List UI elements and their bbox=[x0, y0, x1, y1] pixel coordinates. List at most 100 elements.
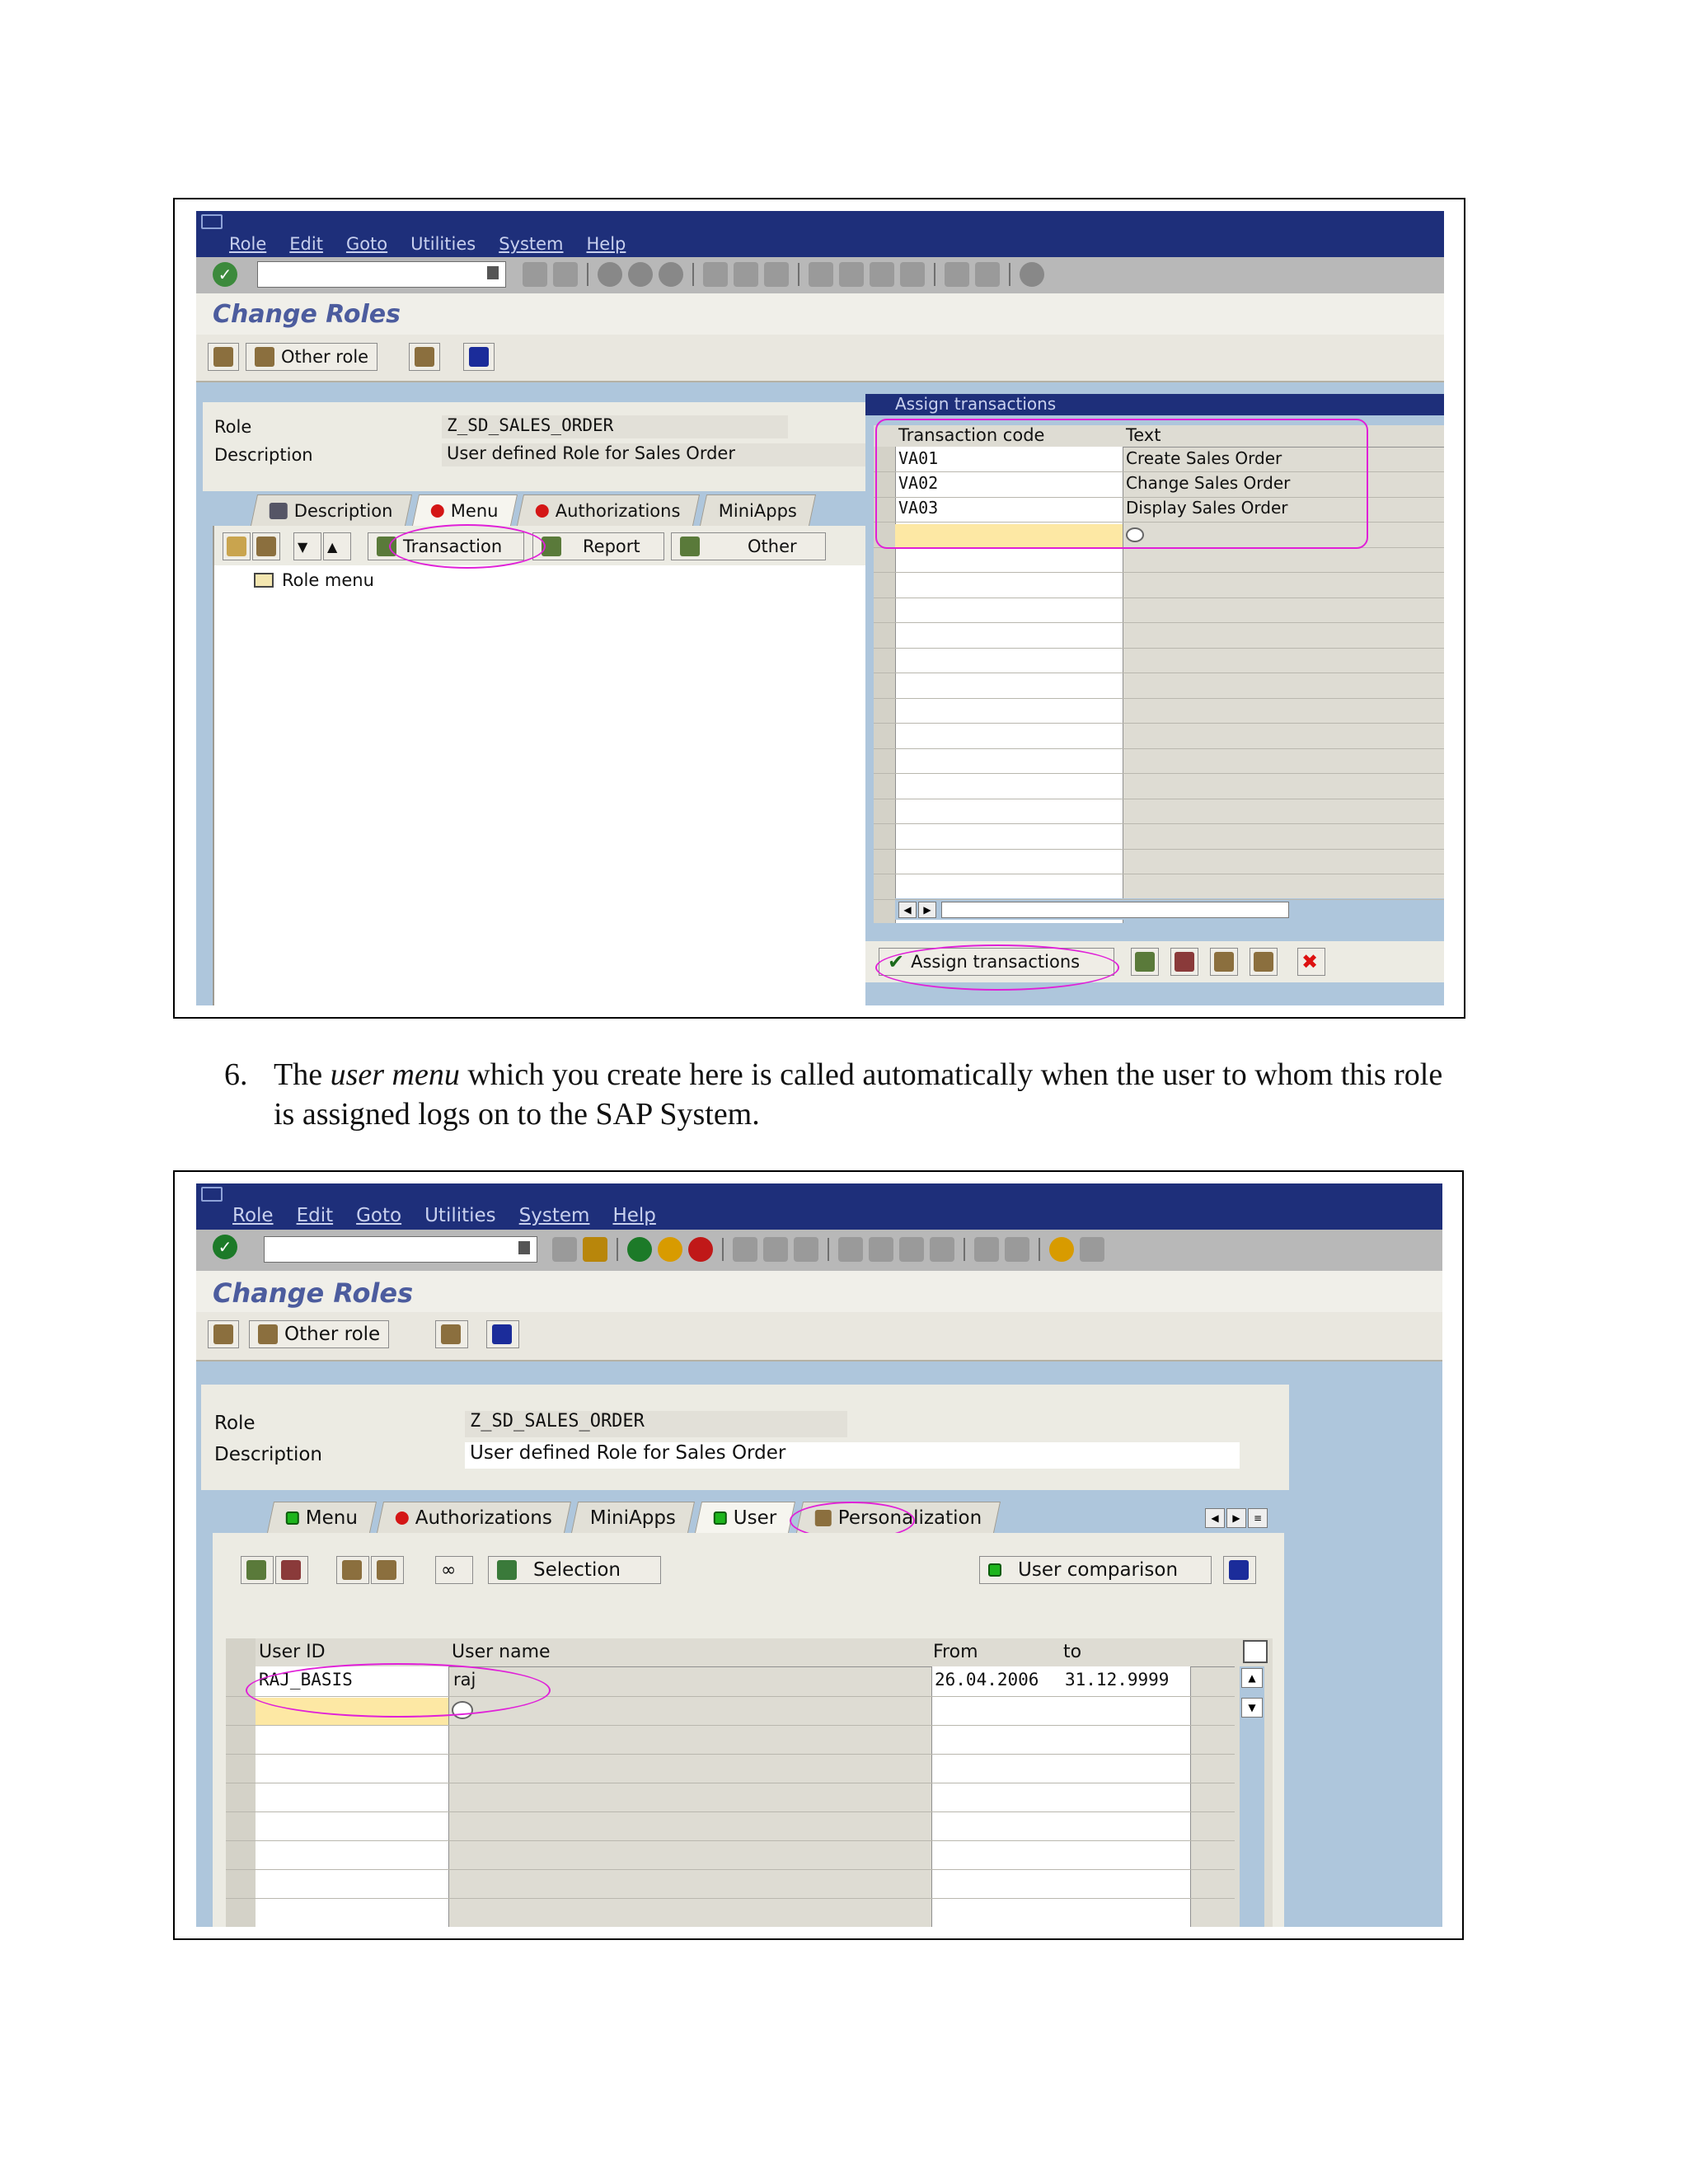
new-user-input[interactable] bbox=[256, 1698, 448, 1726]
value-help-icon[interactable] bbox=[452, 1701, 473, 1719]
transaction-button[interactable]: Transaction bbox=[368, 532, 524, 560]
print-icon[interactable] bbox=[703, 262, 728, 287]
layout-icon[interactable] bbox=[1080, 1237, 1104, 1262]
first-page-icon[interactable] bbox=[809, 262, 833, 287]
scroll-left-icon[interactable]: ◀ bbox=[898, 902, 917, 918]
next-page-icon[interactable] bbox=[870, 262, 894, 287]
menu-utilities[interactable]: Utilities bbox=[424, 1205, 496, 1226]
tab-authorizations[interactable]: Authorizations bbox=[517, 494, 700, 526]
save-icon[interactable] bbox=[553, 262, 578, 287]
menu-role[interactable]: Role bbox=[229, 234, 266, 254]
cancel-icon[interactable] bbox=[659, 262, 683, 287]
select-all-button[interactable] bbox=[1210, 948, 1238, 976]
other-role-button[interactable]: Other role bbox=[249, 1320, 390, 1348]
table-cell-from[interactable]: 26.04.2006 bbox=[931, 1670, 1039, 1690]
help-icon[interactable] bbox=[1049, 1237, 1074, 1262]
tab-authorizations[interactable]: Authorizations bbox=[377, 1502, 572, 1533]
tab-menu[interactable]: Menu bbox=[411, 494, 518, 526]
grid-cell-code[interactable]: VA01 bbox=[895, 448, 938, 468]
find-icon[interactable] bbox=[734, 262, 758, 287]
print-icon[interactable] bbox=[733, 1237, 757, 1262]
menu-edit[interactable]: Edit bbox=[297, 1205, 334, 1226]
scroll-down-icon[interactable]: ▼ bbox=[1241, 1698, 1263, 1718]
create-session-icon[interactable] bbox=[974, 1237, 999, 1262]
change-display-button[interactable] bbox=[208, 343, 239, 371]
last-page-icon[interactable] bbox=[900, 262, 925, 287]
tab-miniapps[interactable]: MiniApps bbox=[571, 1502, 696, 1533]
table-cell-user-id[interactable]: RAJ_BASIS bbox=[256, 1670, 353, 1690]
command-field[interactable] bbox=[264, 1236, 537, 1263]
window-menu-icon[interactable] bbox=[201, 1187, 223, 1202]
tab-list-icon[interactable]: ≡ bbox=[1248, 1508, 1268, 1528]
cancel-icon[interactable] bbox=[688, 1237, 713, 1262]
window-menu-icon[interactable] bbox=[201, 214, 223, 229]
menu-help[interactable]: Help bbox=[587, 234, 626, 254]
vertical-scrollbar[interactable]: ▲ ▼ bbox=[1240, 1666, 1264, 1927]
tab-personalization[interactable]: Personalization bbox=[795, 1502, 1001, 1533]
open-folder-button[interactable] bbox=[223, 532, 251, 560]
last-page-icon[interactable] bbox=[930, 1237, 954, 1262]
exit-icon[interactable] bbox=[628, 262, 653, 287]
next-page-icon[interactable] bbox=[899, 1237, 924, 1262]
find-icon[interactable] bbox=[763, 1237, 788, 1262]
edit-node-button[interactable] bbox=[252, 532, 280, 560]
glasses-button[interactable]: ∞ bbox=[435, 1556, 473, 1584]
info-button[interactable] bbox=[1223, 1556, 1256, 1584]
menu-edit[interactable]: Edit bbox=[289, 234, 323, 254]
tab-description[interactable]: Description bbox=[250, 494, 412, 526]
insert-line-button[interactable] bbox=[241, 1556, 274, 1584]
grid-cell-code[interactable]: VA03 bbox=[895, 498, 938, 518]
command-field[interactable] bbox=[257, 261, 506, 288]
tree-root-item[interactable]: Role menu bbox=[254, 570, 374, 590]
first-page-icon[interactable] bbox=[838, 1237, 863, 1262]
assign-transactions-button[interactable]: ✔ Assign transactions bbox=[879, 948, 1114, 976]
change-display-button[interactable] bbox=[208, 1320, 239, 1348]
info-button[interactable] bbox=[486, 1320, 519, 1348]
previous-page-icon[interactable] bbox=[869, 1237, 893, 1262]
deselect-all-button[interactable] bbox=[371, 1556, 404, 1584]
user-comparison-button[interactable]: User comparison bbox=[979, 1556, 1212, 1584]
delete-line-button[interactable] bbox=[275, 1556, 308, 1584]
horizontal-scrollbar[interactable]: ◀ ▶ bbox=[895, 898, 1444, 920]
value-help-icon[interactable] bbox=[1126, 527, 1144, 542]
move-down-button[interactable]: ▼ bbox=[293, 532, 321, 560]
menu-system[interactable]: System bbox=[499, 234, 563, 254]
column-config-icon[interactable] bbox=[1243, 1640, 1268, 1663]
menu-role[interactable]: Role bbox=[232, 1205, 274, 1226]
scroll-right-icon[interactable]: ▶ bbox=[918, 902, 936, 918]
create-session-icon[interactable] bbox=[945, 262, 969, 287]
back-icon[interactable] bbox=[627, 1237, 652, 1262]
back-icon[interactable] bbox=[598, 262, 622, 287]
cancel-button[interactable]: ✖ bbox=[1297, 948, 1325, 976]
tab-scroll-left-icon[interactable]: ◀ bbox=[1205, 1508, 1225, 1528]
deselect-all-button[interactable] bbox=[1250, 948, 1278, 976]
other-button[interactable]: Other bbox=[671, 532, 826, 560]
back-arrow-icon[interactable] bbox=[523, 262, 547, 287]
command-field-dropdown-icon[interactable] bbox=[487, 266, 499, 279]
navigate-button[interactable] bbox=[409, 343, 440, 371]
help-icon[interactable] bbox=[1020, 262, 1044, 287]
find-next-icon[interactable] bbox=[794, 1237, 818, 1262]
enter-icon[interactable]: ✓ bbox=[213, 262, 237, 287]
tab-menu[interactable]: Menu bbox=[266, 1502, 377, 1533]
command-field-dropdown-icon[interactable] bbox=[518, 1241, 530, 1254]
shortcut-icon[interactable] bbox=[1005, 1237, 1029, 1262]
tab-user[interactable]: User bbox=[695, 1502, 796, 1533]
selection-button[interactable]: Selection bbox=[488, 1556, 661, 1584]
save-icon[interactable] bbox=[583, 1237, 607, 1262]
tab-scroll-right-icon[interactable]: ▶ bbox=[1226, 1508, 1246, 1528]
menu-system[interactable]: System bbox=[519, 1205, 590, 1226]
tab-miniapps[interactable]: MiniApps bbox=[699, 494, 816, 526]
enter-icon[interactable]: ✓ bbox=[213, 1235, 237, 1259]
table-cell-to[interactable]: 31.12.9999 bbox=[1062, 1670, 1169, 1690]
menu-goto[interactable]: Goto bbox=[356, 1205, 401, 1226]
find-next-icon[interactable] bbox=[764, 262, 789, 287]
navigate-button[interactable] bbox=[435, 1320, 468, 1348]
other-role-button[interactable]: Other role bbox=[246, 343, 378, 371]
scroll-up-icon[interactable]: ▲ bbox=[1241, 1668, 1263, 1688]
grid-cell-code[interactable]: VA02 bbox=[895, 473, 938, 493]
exit-icon[interactable] bbox=[658, 1237, 682, 1262]
move-up-button[interactable]: ▲ bbox=[323, 532, 351, 560]
select-all-button[interactable] bbox=[336, 1556, 369, 1584]
info-button[interactable] bbox=[463, 343, 495, 371]
